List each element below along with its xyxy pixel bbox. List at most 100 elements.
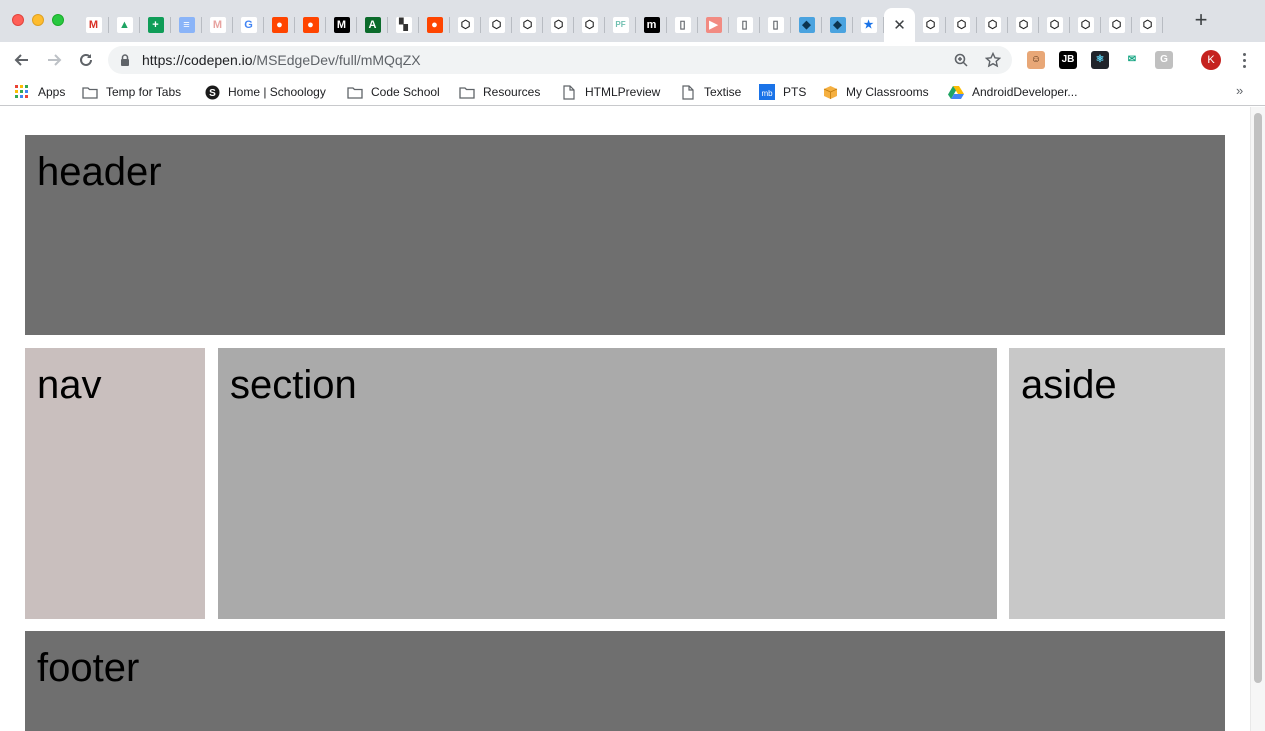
url-path: /MSEdgeDev/full/mMQqZX [252,52,421,68]
react-extension-icon[interactable]: ⚛ [1091,51,1109,69]
reload-button[interactable] [74,48,98,72]
bookmarks-bar: » Apps Temp for Tabs S Home | Schoology Code… [0,78,1265,106]
tab[interactable]: M [326,8,357,42]
tab[interactable]: ⬡ [977,8,1008,42]
bookmark-label: Textise [704,85,742,99]
tab[interactable]: ⬡ [1008,8,1039,42]
page-icon [680,84,696,100]
tab[interactable]: ▯ [667,8,698,42]
profile-avatar[interactable]: K [1201,50,1221,70]
tab-active[interactable]: ✕ [884,8,915,42]
tab[interactable]: ⬡ [915,8,946,42]
codepen-icon: ⬡ [1108,17,1125,33]
bookmark-item[interactable]: AndroidDeveloper... [948,83,1077,101]
codepen-icon: ⬡ [581,17,598,33]
bookmark-item[interactable]: Apps [14,83,65,101]
bird-icon: ◆ [829,17,846,33]
zoom-button[interactable] [952,51,970,69]
tab[interactable]: ⬡ [1132,8,1163,42]
page-viewport: header nav section aside footer [0,107,1265,731]
tab[interactable]: m [636,8,667,42]
tab[interactable]: ● [419,8,450,42]
menu-dot [1242,59,1246,62]
mail-extension-icon[interactable]: ✉ [1123,51,1141,69]
tab[interactable]: ◆ [791,8,822,42]
grammarly-extension-icon[interactable]: G [1155,51,1173,69]
browser-menu-button[interactable] [1236,50,1252,70]
page-icon [561,84,577,100]
address-bar[interactable]: https://codepen.io/MSEdgeDev/full/mMQqZX [108,46,1012,74]
new-tab-button[interactable]: + [1190,9,1212,32]
page-scrollbar[interactable] [1250,107,1265,731]
bookmarks-overflow-button[interactable]: » [1236,83,1243,98]
tab[interactable]: M [202,8,233,42]
back-button[interactable] [10,48,34,72]
window-maximize-button[interactable] [52,14,64,26]
tab[interactable]: ⬡ [543,8,574,42]
tab[interactable]: ⬡ [481,8,512,42]
tab[interactable]: ⬡ [946,8,977,42]
bookmark-item[interactable]: S Home | Schoology [204,83,326,101]
jetbrains-extension-icon[interactable]: JB [1059,51,1077,69]
bookmark-item[interactable]: My Classrooms [822,83,929,101]
bookmark-item[interactable]: Textise [680,83,741,101]
folder-icon [459,84,475,100]
tab[interactable]: ▲ [109,8,140,42]
bookmark-item[interactable]: mb PTS [759,83,806,101]
folder-icon [347,84,363,100]
forward-button[interactable] [42,48,66,72]
tab[interactable]: ▚ [388,8,419,42]
bookmark-label: Code School [371,85,440,99]
bookmark-label: PTS [783,85,807,99]
window-close-button[interactable] [12,14,24,26]
tab[interactable]: ⬡ [1039,8,1070,42]
app-icon: A [364,17,381,33]
close-tab-icon[interactable]: ✕ [893,16,906,34]
bookmark-label: HTMLPreview [585,85,661,99]
bookmark-item[interactable]: Code School [347,83,440,101]
folder-icon [82,84,98,100]
menu-dot [1242,53,1246,56]
svg-text:S: S [209,88,216,99]
codepen-icon: ⬡ [1015,17,1032,33]
menu-dot [1242,65,1246,68]
svg-text:mb: mb [761,89,773,98]
codepen-icon: ⬡ [488,17,505,33]
arrow-left-icon [14,54,28,66]
url-host: https://codepen.io [142,52,253,68]
layout-section: section [218,348,997,619]
tab[interactable]: ★ [853,8,884,42]
layout-header: header [25,135,1225,335]
tab[interactable]: ⬡ [1070,8,1101,42]
face-extension-icon[interactable]: ☺ [1027,51,1045,69]
tab[interactable]: ⬡ [512,8,543,42]
window-minimize-button[interactable] [32,14,44,26]
page-icon: ▯ [674,17,691,33]
tab[interactable]: ◆ [822,8,853,42]
tab-list: M ▲ + ≡ M G ● ● M A ▚ ● ⬡ ⬡ ⬡ ⬡ ⬡ PF m ▯ ▶ ▯ ▯ ◆ ◆ ★ ✕ ⬡ ⬡ ⬡ ⬡ ⬡ ⬡ ⬡ ⬡ [78,8,1163,42]
bookmark-star-button[interactable] [984,51,1002,69]
google-icon: G [240,17,257,33]
layout-aside: aside [1009,348,1225,619]
tab[interactable]: A [357,8,388,42]
star-icon: ★ [860,17,877,33]
tab[interactable]: ● [264,8,295,42]
bookmark-item[interactable]: HTMLPreview [561,83,660,101]
tab[interactable]: ● [295,8,326,42]
tab[interactable]: ⬡ [1101,8,1132,42]
scrollbar-thumb[interactable] [1254,113,1262,683]
google-sheets-icon: + [147,17,164,33]
tab[interactable]: G [233,8,264,42]
tab[interactable]: ▶ [698,8,729,42]
bookmark-item[interactable]: Temp for Tabs [82,83,181,101]
tab[interactable]: ▯ [729,8,760,42]
tab[interactable]: PF [605,8,636,42]
bookmark-item[interactable]: Resources [459,83,540,101]
tab[interactable]: ⬡ [450,8,481,42]
tab[interactable]: ▯ [760,8,791,42]
tab[interactable]: ≡ [171,8,202,42]
tab[interactable]: M [78,8,109,42]
tab[interactable]: + [140,8,171,42]
codepen-icon: ⬡ [519,17,536,33]
tab[interactable]: ⬡ [574,8,605,42]
